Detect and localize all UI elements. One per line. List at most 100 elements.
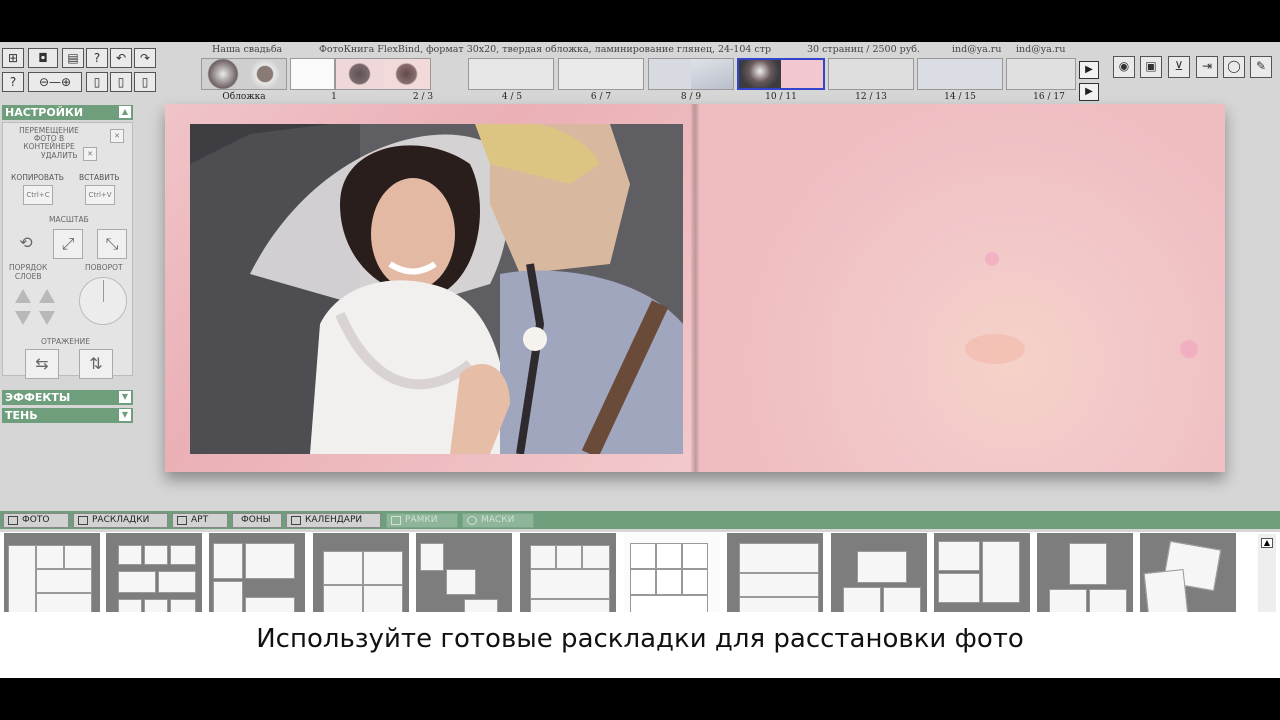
tab-label: АРТ xyxy=(191,515,209,525)
shrink-icon[interactable]: ⤡ xyxy=(97,229,127,259)
layouts-scrollbar[interactable]: ▲ xyxy=(1258,534,1276,612)
thumb-label: 1 xyxy=(331,92,337,102)
layout-template[interactable] xyxy=(624,533,720,612)
thumb-label: 12 / 13 xyxy=(855,92,887,102)
exit-icon[interactable]: ⇥ xyxy=(1196,56,1218,78)
frame-icon xyxy=(391,516,401,525)
layout-template[interactable] xyxy=(416,533,512,612)
zoom-slider-icon[interactable]: ⊖—⊕ xyxy=(28,72,82,92)
settings-header[interactable]: НАСТРОЙКИ ▲ xyxy=(2,105,133,120)
layout-template[interactable] xyxy=(934,533,1030,612)
question-icon[interactable]: ? xyxy=(2,72,24,92)
layout-template[interactable] xyxy=(1037,533,1133,612)
book-type: ФотоКнига FlexBind, формат 30x20, тверда… xyxy=(319,44,772,55)
undo-icon[interactable]: ↶ xyxy=(110,48,132,68)
user-email: ind@ya.ru xyxy=(952,44,1002,55)
mirror-horizontal-icon[interactable]: ⇆ xyxy=(25,349,59,379)
cart-icon[interactable]: ⊻ xyxy=(1168,56,1190,78)
wedding-couple-image xyxy=(190,124,683,454)
tab-label: РАМКИ xyxy=(405,515,438,525)
save-disk-icon[interactable]: ▣ xyxy=(1140,56,1162,78)
rotate-dial[interactable] xyxy=(79,277,127,325)
export-page-icon[interactable]: ▯ xyxy=(134,72,156,92)
help-icon[interactable]: ? xyxy=(86,48,108,68)
document-icon[interactable]: ▤ xyxy=(62,48,84,68)
thumb-page-8-9[interactable] xyxy=(648,58,734,90)
thumb-page-4-5[interactable] xyxy=(468,58,554,90)
settings-header-label: НАСТРОЙКИ xyxy=(5,106,84,119)
tab-frames[interactable]: РАМКИ xyxy=(386,513,458,528)
pencil-icon[interactable]: ✎ xyxy=(1250,56,1272,78)
grid-icon xyxy=(78,516,88,525)
tab-layouts[interactable]: РАСКЛАДКИ xyxy=(73,513,168,528)
chevron-up-icon[interactable]: ▲ xyxy=(1261,538,1273,548)
layout-template[interactable] xyxy=(727,533,823,612)
wedding-photo[interactable] xyxy=(190,124,683,454)
add-page-icon[interactable]: ⊞ xyxy=(2,48,24,68)
tab-photo[interactable]: ФОТО xyxy=(3,513,69,528)
last-page-button[interactable]: ▶ xyxy=(1079,83,1099,101)
tab-label: РАСКЛАДКИ xyxy=(92,515,150,525)
camera-icon xyxy=(8,516,18,525)
project-title: Наша свадьба xyxy=(212,44,283,55)
photobook-editor: ⊞ ◘ ▤ ? ↶ ↷ ? ⊖—⊕ ▯ ▯ ▯ Наша свадьба Фот… xyxy=(0,42,1280,612)
effects-header[interactable]: ЭФФЕКТЫ ▼ xyxy=(2,390,133,405)
layer-down-icon[interactable] xyxy=(15,311,31,325)
thumb-page-14-15[interactable] xyxy=(917,58,1003,90)
thumb-label: 8 / 9 xyxy=(680,92,702,102)
layout-templates xyxy=(0,532,1280,612)
copy-button[interactable]: Ctrl+C xyxy=(23,185,53,205)
delete-icon[interactable]: ✕ xyxy=(83,147,97,161)
thumb-page-2-3[interactable] xyxy=(335,58,431,90)
next-page-button[interactable]: ▶ xyxy=(1079,61,1099,79)
layer-bottom-icon[interactable] xyxy=(39,311,55,325)
effects-header-label: ЭФФЕКТЫ xyxy=(5,391,71,404)
page-icon[interactable]: ▯ xyxy=(86,72,108,92)
thumb-label: 14 / 15 xyxy=(944,92,976,102)
paste-label: ВСТАВИТЬ xyxy=(79,173,120,182)
move-photo-icon[interactable]: ✕ xyxy=(110,129,124,143)
thumb-page-16-17[interactable] xyxy=(1006,58,1076,90)
expand-icon[interactable]: ⤢ xyxy=(53,229,83,259)
tab-label: ФОТО xyxy=(22,515,50,525)
tab-masks[interactable]: МАСКИ xyxy=(462,513,534,528)
layout-template[interactable] xyxy=(106,533,202,612)
shadow-header-label: ТЕНЬ xyxy=(5,409,38,422)
tab-backgrounds[interactable]: ФОНЫ xyxy=(232,513,282,528)
fit-icon[interactable]: ⟲ xyxy=(11,229,41,259)
mirror-label: ОТРАЖЕНИЕ xyxy=(41,337,90,346)
camera-icon[interactable]: ◘ xyxy=(28,48,58,68)
page-thumbnails xyxy=(200,58,1080,90)
layer-top-icon[interactable] xyxy=(39,289,55,303)
layout-template[interactable] xyxy=(4,533,100,612)
chat-icon[interactable]: ◯ xyxy=(1223,56,1245,78)
thumb-page-10-11-selected[interactable] xyxy=(737,58,825,90)
project-info-bar: Наша свадьба ФотоКнига FlexBind, формат … xyxy=(200,44,1080,58)
right-page[interactable] xyxy=(695,104,1225,472)
save-page-icon[interactable]: ▯ xyxy=(110,72,132,92)
video-caption: Используйте готовые раскладки для расста… xyxy=(0,612,1280,678)
layout-template[interactable] xyxy=(313,533,409,612)
thumb-page-12-13[interactable] xyxy=(828,58,914,90)
thumb-page-1[interactable] xyxy=(290,58,335,90)
redo-icon[interactable]: ↷ xyxy=(134,48,156,68)
thumbnail-labels: Обложка 1 2 / 3 4 / 5 6 / 7 8 / 9 10 / 1… xyxy=(200,92,1080,104)
tab-art[interactable]: АРТ xyxy=(172,513,228,528)
mirror-vertical-icon[interactable]: ⇅ xyxy=(79,349,113,379)
layout-template[interactable] xyxy=(1140,533,1236,612)
settings-body: ПЕРЕМЕЩЕНИЕ ФОТО В КОНТЕЙНЕРЕ ✕ УДАЛИТЬ … xyxy=(2,122,133,379)
tab-label: КАЛЕНДАРИ xyxy=(305,515,363,525)
paste-button[interactable]: Ctrl+V xyxy=(85,185,115,205)
layout-template[interactable] xyxy=(831,533,927,612)
preview-eye-icon[interactable]: ◉ xyxy=(1113,56,1135,78)
layout-template[interactable] xyxy=(520,533,616,612)
thumb-label: 10 / 11 xyxy=(765,92,797,102)
thumb-page-6-7[interactable] xyxy=(558,58,644,90)
thumb-cover[interactable] xyxy=(201,58,287,90)
play-right-icon: ▶ xyxy=(1085,86,1093,97)
layer-up-icon[interactable] xyxy=(15,289,31,303)
thumb-label: 4 / 5 xyxy=(501,92,523,102)
tab-calendars[interactable]: КАЛЕНДАРИ xyxy=(286,513,381,528)
shadow-header[interactable]: ТЕНЬ ▼ xyxy=(2,408,133,423)
layout-template[interactable] xyxy=(209,533,305,612)
